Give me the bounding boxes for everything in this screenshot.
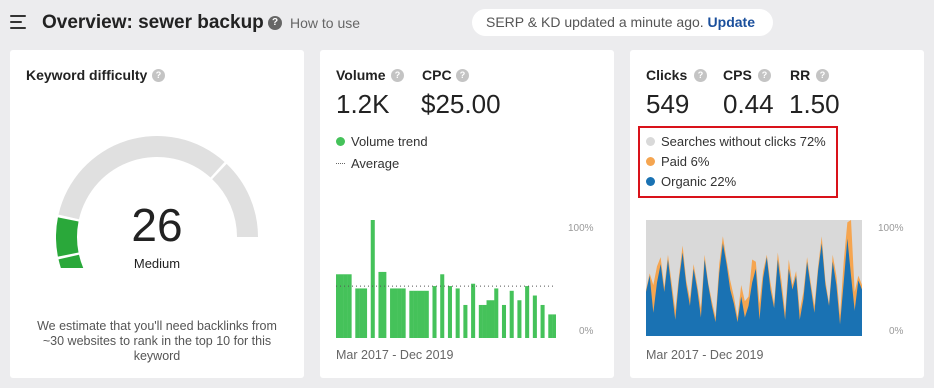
volume-trend-chart bbox=[336, 220, 556, 338]
volume-bar[interactable] bbox=[393, 288, 398, 338]
keyword-difficulty-label: Keyword difficulty bbox=[26, 67, 148, 83]
kd-note: We estimate that you'll need backlinks f… bbox=[37, 319, 277, 363]
volume-value: 1.2K bbox=[336, 89, 390, 119]
cpc-value: $25.00 bbox=[421, 89, 501, 119]
cpc-label: CPC bbox=[422, 67, 452, 83]
top-bar: Overview: sewer backup ? How to use SERP… bbox=[0, 0, 934, 46]
question-icon[interactable]: ? bbox=[268, 16, 282, 30]
volume-bar[interactable] bbox=[440, 274, 445, 338]
cps-value: 0.44 bbox=[723, 89, 774, 119]
cpc-help-icon[interactable]: ? bbox=[456, 69, 469, 82]
volume-bar[interactable] bbox=[363, 288, 368, 338]
volume-bar[interactable] bbox=[482, 304, 487, 338]
cps-help-icon[interactable]: ? bbox=[758, 69, 771, 82]
how-to-use-link[interactable]: How to use bbox=[290, 15, 360, 31]
clicks-card: Clicks ? CPS ? RR ? 549 0.44 1.50 Search… bbox=[630, 50, 924, 378]
clicks-distribution-chart bbox=[646, 220, 862, 336]
volume-bar[interactable] bbox=[509, 290, 514, 338]
volume-bar[interactable] bbox=[548, 314, 553, 338]
volume-bar[interactable] bbox=[370, 220, 375, 338]
volume-bar[interactable] bbox=[409, 290, 414, 338]
serp-status-pill: SERP & KD updated a minute ago. Update bbox=[472, 9, 773, 36]
legend-no-clicks: Searches without clicks 72% bbox=[646, 134, 826, 149]
kd-help-icon[interactable]: ? bbox=[152, 69, 165, 82]
volume-bar[interactable] bbox=[447, 286, 452, 338]
volume-bar[interactable] bbox=[517, 300, 522, 338]
keyword-difficulty-card: Keyword difficulty ? 26 Medium We estima… bbox=[10, 50, 304, 378]
volume-bar[interactable] bbox=[455, 288, 460, 338]
volume-bar[interactable] bbox=[359, 288, 364, 338]
volume-bar[interactable] bbox=[494, 288, 499, 338]
volume-axis-bottom: 0% bbox=[579, 326, 594, 337]
dotted-line-icon bbox=[336, 163, 345, 164]
clicks-date-range: Mar 2017 - Dec 2019 bbox=[646, 348, 764, 362]
volume-bar[interactable] bbox=[339, 274, 344, 338]
update-link[interactable]: Update bbox=[708, 14, 755, 30]
serp-status-text: SERP & KD updated a minute ago. bbox=[486, 14, 704, 30]
volume-bar[interactable] bbox=[486, 300, 491, 338]
blue-dot-icon bbox=[646, 177, 655, 186]
gauge-empty-segment bbox=[212, 163, 258, 237]
clicks-label: Clicks bbox=[646, 67, 688, 83]
kd-level: Medium bbox=[133, 256, 181, 271]
volume-axis-top: 100% bbox=[568, 223, 594, 234]
orange-dot-icon bbox=[646, 157, 655, 166]
volume-help-icon[interactable]: ? bbox=[391, 69, 404, 82]
gray-dot-icon bbox=[646, 137, 655, 146]
volume-bar[interactable] bbox=[417, 290, 422, 338]
cps-label: CPS bbox=[723, 67, 752, 83]
clicks-axis-bottom: 0% bbox=[889, 326, 904, 337]
clicks-help-icon[interactable]: ? bbox=[694, 69, 707, 82]
volume-bar[interactable] bbox=[490, 300, 495, 338]
clicks-axis-top: 100% bbox=[878, 223, 904, 234]
volume-bar[interactable] bbox=[355, 288, 360, 338]
volume-date-range: Mar 2017 - Dec 2019 bbox=[336, 348, 454, 362]
volume-bar[interactable] bbox=[401, 288, 406, 338]
volume-bar[interactable] bbox=[471, 283, 476, 338]
rr-label: RR bbox=[790, 67, 811, 83]
rr-help-icon[interactable]: ? bbox=[816, 69, 829, 82]
volume-bar[interactable] bbox=[397, 288, 402, 338]
legend-organic: Organic 22% bbox=[646, 174, 736, 189]
volume-card: Volume ? CPC ? 1.2K $25.00 Volume trend … bbox=[320, 50, 614, 378]
kd-value: 26 bbox=[131, 199, 183, 251]
volume-bar[interactable] bbox=[343, 274, 348, 338]
volume-bar[interactable] bbox=[463, 304, 468, 338]
hamburger-menu-icon[interactable] bbox=[10, 14, 28, 30]
volume-bar[interactable] bbox=[390, 288, 395, 338]
volume-bar[interactable] bbox=[413, 290, 418, 338]
volume-bar[interactable] bbox=[378, 271, 383, 338]
legend-paid: Paid 6% bbox=[646, 154, 709, 169]
page-title: Overview: sewer backup bbox=[42, 12, 264, 33]
gauge-filled-segment bbox=[58, 254, 84, 268]
legend-average: Average bbox=[336, 156, 399, 171]
gauge-filled-segment bbox=[56, 217, 79, 257]
legend-volume-trend: Volume trend bbox=[336, 134, 428, 149]
volume-bar[interactable] bbox=[525, 286, 530, 338]
volume-bar[interactable] bbox=[432, 286, 437, 338]
volume-bar[interactable] bbox=[424, 290, 429, 338]
volume-bar[interactable] bbox=[347, 274, 352, 338]
volume-bar[interactable] bbox=[420, 290, 425, 338]
volume-bar[interactable] bbox=[532, 295, 537, 338]
volume-bar[interactable] bbox=[540, 304, 545, 338]
volume-bar[interactable] bbox=[552, 314, 556, 338]
volume-bar[interactable] bbox=[382, 271, 387, 338]
clicks-value: 549 bbox=[646, 89, 690, 119]
green-dot-icon bbox=[336, 137, 345, 146]
rr-value: 1.50 bbox=[789, 89, 840, 119]
volume-label: Volume bbox=[336, 67, 386, 83]
volume-bar[interactable] bbox=[478, 304, 483, 338]
volume-bar[interactable] bbox=[336, 274, 341, 338]
volume-bar[interactable] bbox=[501, 304, 507, 338]
